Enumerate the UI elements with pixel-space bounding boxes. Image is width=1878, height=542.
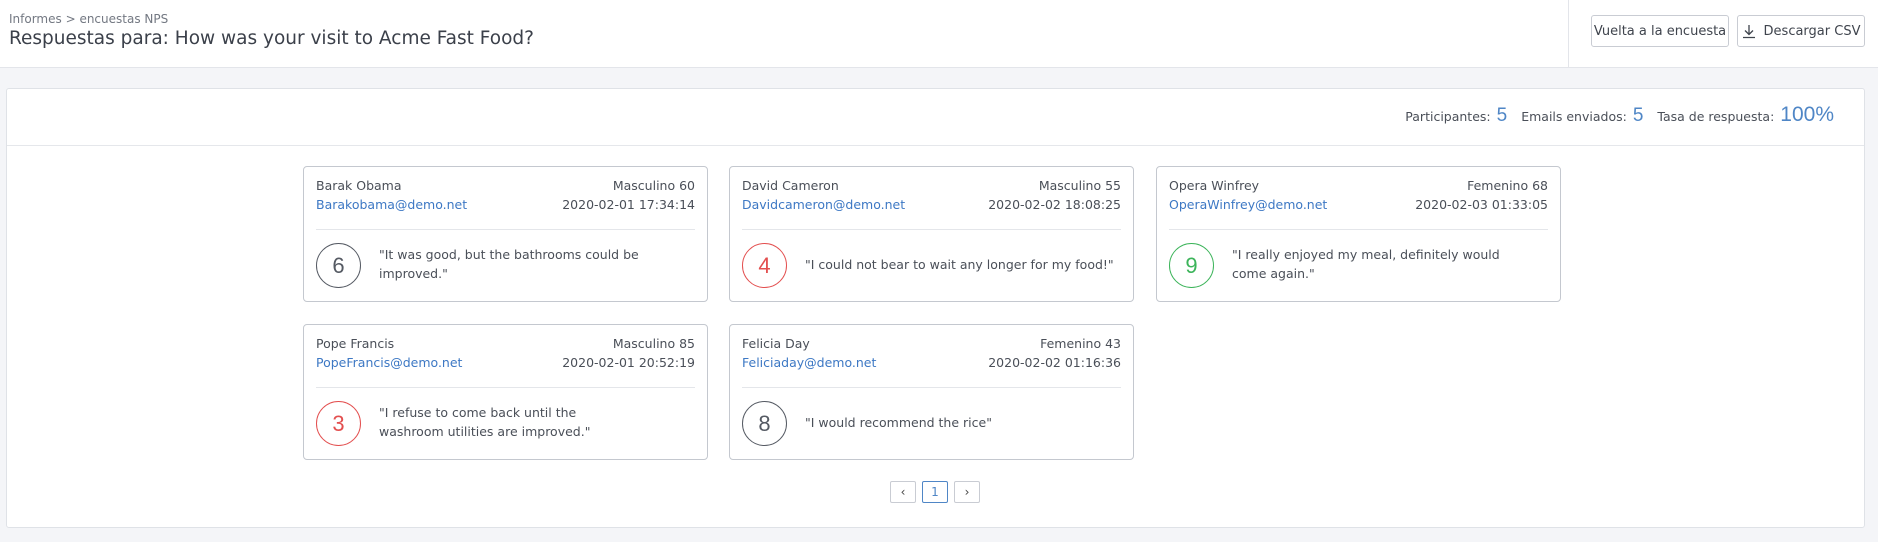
- respondent-name: Pope Francis: [316, 336, 395, 351]
- respondent-gender-age: Femenino 43: [1040, 336, 1121, 351]
- next-page-button[interactable]: ›: [954, 481, 980, 503]
- divider: [742, 229, 1121, 230]
- emails-sent-stat: Emails enviados: 5: [1521, 105, 1643, 127]
- response-rate-value: 100%: [1780, 103, 1834, 126]
- response-comment: "I could not bear to wait any longer for…: [805, 257, 1114, 272]
- nps-score: 3: [316, 401, 361, 446]
- response-rate-stat: Tasa de respuesta: 100%: [1657, 103, 1834, 127]
- stats-row: Participantes: 5 Emails enviados: 5 Tasa…: [1405, 103, 1834, 127]
- respondent-gender-age: Masculino 60: [612, 178, 695, 193]
- response-date: 2020-02-01 17:34:14: [562, 197, 695, 212]
- respondent-gender-age: Masculino 55: [1038, 178, 1121, 193]
- response-date: 2020-02-03 01:33:05: [1415, 197, 1548, 212]
- response-card: Opera Winfrey Femenino 68 OperaWinfrey@d…: [1156, 166, 1561, 302]
- page-1-button[interactable]: 1: [922, 481, 948, 503]
- respondent-name: Opera Winfrey: [1169, 178, 1260, 193]
- nps-score: 8: [742, 401, 787, 446]
- response-rate-label: Tasa de respuesta:: [1657, 109, 1775, 124]
- respondent-email[interactable]: OperaWinfrey@demo.net: [1169, 197, 1327, 212]
- download-icon: [1742, 24, 1756, 39]
- emails-sent-label: Emails enviados:: [1521, 109, 1627, 124]
- response-card: Pope Francis Masculino 85 PopeFrancis@de…: [303, 324, 708, 460]
- breadcrumb[interactable]: Informes > encuestas NPS: [9, 12, 168, 26]
- participants-value: 5: [1496, 105, 1508, 126]
- respondent-email[interactable]: PopeFrancis@demo.net: [316, 355, 462, 370]
- respondent-email[interactable]: Feliciaday@demo.net: [742, 355, 876, 370]
- emails-sent-value: 5: [1632, 105, 1644, 126]
- response-comment: "I would recommend the rice": [805, 415, 992, 430]
- response-comment: "I really enjoyed my meal, definitely wo…: [1232, 247, 1500, 281]
- top-bar: Informes > encuestas NPS Respuestas para…: [0, 0, 1878, 68]
- divider: [742, 387, 1121, 388]
- respondent-email[interactable]: Barakobama@demo.net: [316, 197, 467, 212]
- response-comment: "I refuse to come back until the washroo…: [379, 405, 591, 439]
- nps-score: 9: [1169, 243, 1214, 288]
- respondent-gender-age: Masculino 85: [612, 336, 695, 351]
- download-csv-label: Descargar CSV: [1763, 23, 1861, 39]
- page-title: Respuestas para: How was your visit to A…: [9, 28, 534, 49]
- nps-score: 6: [316, 243, 361, 288]
- pagination: ‹ 1 ›: [890, 481, 980, 503]
- divider: [1568, 0, 1569, 68]
- response-date: 2020-02-02 18:08:25: [988, 197, 1121, 212]
- prev-page-button[interactable]: ‹: [890, 481, 916, 503]
- respondent-name: Felicia Day: [742, 336, 810, 351]
- response-card: David Cameron Masculino 55 Davidcameron@…: [729, 166, 1134, 302]
- back-to-survey-button[interactable]: Vuelta a la encuesta: [1591, 15, 1729, 47]
- response-date: 2020-02-01 20:52:19: [562, 355, 695, 370]
- respondent-name: David Cameron: [742, 178, 839, 193]
- back-to-survey-label: Vuelta a la encuesta: [1593, 23, 1727, 39]
- response-comment: "It was good, but the bathrooms could be…: [379, 247, 639, 281]
- responses-panel: Participantes: 5 Emails enviados: 5 Tasa…: [6, 88, 1865, 528]
- response-card: Barak Obama Masculino 60 Barakobama@demo…: [303, 166, 708, 302]
- divider: [316, 387, 695, 388]
- download-csv-button[interactable]: Descargar CSV: [1737, 15, 1865, 47]
- stats-bar: Participantes: 5 Emails enviados: 5 Tasa…: [7, 89, 1864, 146]
- nps-score: 4: [742, 243, 787, 288]
- divider: [1169, 229, 1548, 230]
- respondent-gender-age: Femenino 68: [1467, 178, 1548, 193]
- divider: [316, 229, 695, 230]
- response-date: 2020-02-02 01:16:36: [988, 355, 1121, 370]
- respondent-email[interactable]: Davidcameron@demo.net: [742, 197, 905, 212]
- participants-label: Participantes:: [1405, 109, 1491, 124]
- response-card: Felicia Day Femenino 43 Feliciaday@demo.…: [729, 324, 1134, 460]
- respondent-name: Barak Obama: [316, 178, 402, 193]
- participants-stat: Participantes: 5: [1405, 105, 1507, 127]
